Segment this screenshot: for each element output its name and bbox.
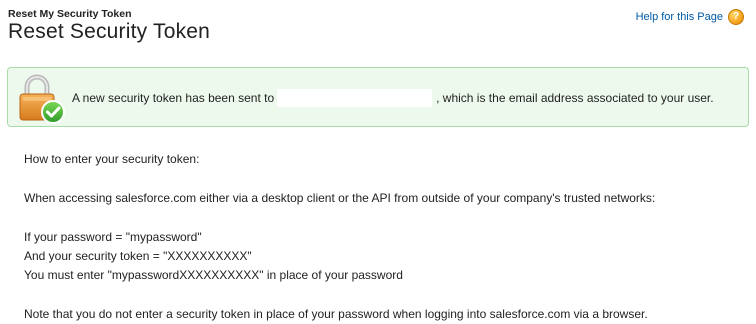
page-subtitle: Reset My Security Token [8, 8, 132, 20]
recipient-email [277, 89, 433, 107]
example-token: And your security token = "XXXXXXXXXX" [24, 249, 252, 263]
confirmation-text-before: A new security token has been sent to [72, 91, 275, 105]
lock-check-icon [15, 73, 69, 125]
instructions-heading: How to enter your security token: [24, 152, 200, 166]
confirmation-text-after: , which is the email address associated … [436, 91, 714, 105]
confirmation-text: A new security token has been sent to , … [72, 89, 714, 107]
page-title: Reset Security Token [8, 20, 211, 43]
reset-security-token-page: Reset My Security Token Reset Security T… [0, 0, 756, 324]
help-icon[interactable]: ? [728, 9, 744, 25]
help-for-this-page-link[interactable]: Help for this Page [636, 11, 723, 23]
example-enter: You must enter "mypasswordXXXXXXXXXX" in… [24, 268, 403, 282]
token-instructions: How to enter your security token: When a… [24, 150, 744, 324]
instructions-context: When accessing salesforce.com either via… [24, 191, 656, 205]
browser-note: Note that you do not enter a security to… [24, 307, 648, 321]
page-header: Reset My Security Token Reset Security T… [8, 8, 748, 44]
confirmation-message: A new security token has been sent to , … [7, 67, 749, 127]
help-link-group[interactable]: Help for this Page ? [636, 9, 744, 25]
example-password: If your password = "mypassword" [24, 230, 202, 244]
